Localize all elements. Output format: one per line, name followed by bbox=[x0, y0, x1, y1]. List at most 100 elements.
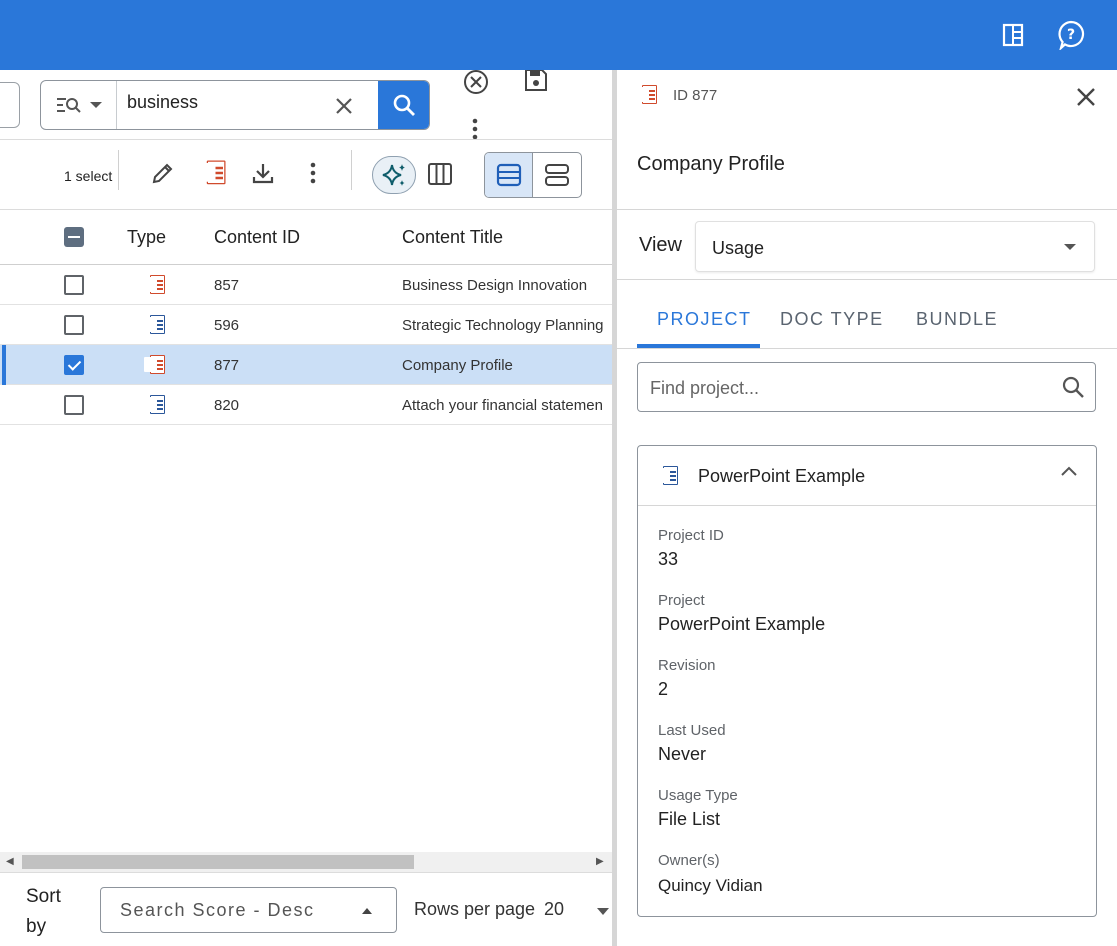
field-label: Usage Type bbox=[658, 787, 738, 804]
svg-text:?: ? bbox=[1067, 27, 1075, 43]
powerpoint-export-icon[interactable]: P bbox=[198, 158, 228, 188]
search-input[interactable]: business bbox=[127, 92, 198, 113]
row-checkbox[interactable] bbox=[64, 395, 84, 415]
row-checkbox[interactable] bbox=[64, 315, 84, 335]
field-label: Project ID bbox=[658, 527, 724, 544]
column-header-content-id[interactable]: Content ID bbox=[214, 227, 300, 248]
word-file-icon: W bbox=[144, 314, 166, 336]
compact-rows-icon bbox=[496, 163, 521, 187]
search-button[interactable] bbox=[378, 81, 429, 129]
close-icon[interactable] bbox=[1071, 82, 1101, 112]
columns-icon[interactable] bbox=[424, 158, 456, 190]
field-label: Last Used bbox=[658, 722, 726, 739]
ai-assist-button[interactable] bbox=[372, 156, 416, 194]
building-icon[interactable] bbox=[996, 18, 1030, 52]
divider bbox=[0, 139, 613, 140]
field-value: 33 bbox=[658, 549, 679, 569]
help-icon[interactable]: ? bbox=[1054, 18, 1088, 52]
table-row[interactable]: W 596 Strategic Technology Planning bbox=[0, 305, 613, 345]
divider bbox=[617, 279, 1117, 280]
tab-bundle[interactable]: BUNDLE bbox=[916, 309, 998, 330]
tab-doc-type[interactable]: DOC TYPE bbox=[780, 309, 884, 330]
compact-view-button[interactable] bbox=[485, 153, 534, 197]
table-row[interactable]: W 820 Attach your financial statemen bbox=[0, 385, 613, 425]
details-pane: P ID 877 Company Profile View Usage PROJ… bbox=[617, 70, 1117, 946]
project-card-title: PowerPoint Example bbox=[698, 466, 866, 486]
collapse-filters-button[interactable] bbox=[0, 82, 20, 128]
powerpoint-file-icon: P bbox=[144, 354, 166, 376]
field-value: File List bbox=[658, 809, 721, 829]
search-box: business bbox=[40, 80, 430, 130]
field-value: Quincy Vidian bbox=[658, 876, 763, 895]
selected-count: 1 select bbox=[64, 168, 113, 184]
powerpoint-file-icon: P bbox=[636, 84, 658, 106]
tab-project[interactable]: PROJECT bbox=[657, 309, 752, 330]
divider bbox=[118, 150, 119, 190]
search-filter-icon bbox=[56, 98, 81, 113]
content-id: 877 bbox=[214, 357, 240, 374]
details-title: Company Profile bbox=[637, 153, 785, 175]
select-all-checkbox[interactable] bbox=[64, 227, 84, 247]
density-toggle bbox=[484, 152, 582, 198]
find-project-input[interactable]: Find project... bbox=[637, 362, 1096, 412]
field-label: Revision bbox=[658, 657, 716, 674]
row-checkbox[interactable] bbox=[64, 275, 84, 295]
rows-per-page-select[interactable]: 20 bbox=[544, 899, 564, 920]
sparkle-icon bbox=[382, 164, 405, 186]
content-id: 820 bbox=[214, 397, 240, 414]
search-icon bbox=[393, 94, 415, 116]
chevron-up-icon[interactable] bbox=[1060, 464, 1078, 482]
field-value: Never bbox=[658, 744, 707, 764]
chevron-down-icon[interactable] bbox=[597, 908, 609, 915]
more-actions-icon[interactable] bbox=[298, 158, 328, 188]
content-id: 857 bbox=[214, 277, 240, 294]
field-value: PowerPoint Example bbox=[658, 614, 826, 634]
field-label: Project bbox=[658, 592, 705, 609]
scroll-left-arrow-icon[interactable]: ◀ bbox=[6, 856, 14, 867]
chevron-down-icon bbox=[1064, 244, 1076, 250]
results-pane: business 1 select P Type Content ID Cont… bbox=[0, 70, 613, 946]
sort-value: Search Score - Desc bbox=[120, 900, 315, 920]
content-id-label: ID 877 bbox=[673, 87, 718, 104]
content-title: Business Design Innovation bbox=[402, 277, 588, 294]
view-value: Usage bbox=[712, 238, 765, 258]
comfortable-view-button[interactable] bbox=[533, 153, 581, 197]
table-row-selected[interactable]: P 877 Company Profile bbox=[0, 345, 613, 385]
content-id: 596 bbox=[214, 317, 240, 334]
clear-search-icon[interactable] bbox=[331, 93, 357, 119]
row-checkbox-checked[interactable] bbox=[64, 355, 84, 375]
word-file-icon: W bbox=[657, 465, 679, 487]
table-row[interactable]: P 857 Business Design Innovation bbox=[0, 265, 613, 305]
field-value: 2 bbox=[658, 679, 669, 699]
sort-select[interactable]: Search Score - Desc bbox=[100, 887, 397, 933]
edit-icon[interactable] bbox=[148, 158, 178, 188]
chevron-down-icon bbox=[89, 102, 102, 108]
grid-header: Type Content ID Content Title bbox=[0, 211, 613, 265]
field-label: Owner(s) bbox=[658, 852, 720, 869]
content-title: Strategic Technology Planning bbox=[402, 317, 604, 334]
horizontal-scrollbar[interactable]: ◀ ▶ bbox=[0, 852, 613, 872]
download-icon[interactable] bbox=[248, 158, 278, 188]
powerpoint-file-icon: P bbox=[144, 274, 166, 296]
scroll-right-arrow-icon[interactable]: ▶ bbox=[596, 856, 604, 867]
rows-per-page-label: Rows per page bbox=[414, 899, 536, 919]
view-label: View bbox=[639, 234, 682, 256]
divider bbox=[617, 209, 1117, 210]
save-icon[interactable] bbox=[520, 70, 552, 96]
divider bbox=[0, 209, 613, 210]
cancel-circle-icon[interactable] bbox=[460, 70, 492, 98]
column-header-type[interactable]: Type bbox=[127, 227, 166, 248]
project-card-header[interactable]: W PowerPoint Example bbox=[638, 446, 1096, 506]
view-select[interactable]: Usage bbox=[695, 221, 1095, 272]
find-project-placeholder: Find project... bbox=[650, 378, 760, 398]
content-title: Attach your financial statemen bbox=[402, 397, 603, 414]
content-title: Company Profile bbox=[402, 357, 513, 374]
project-card: W PowerPoint Example Project ID 33 Proje… bbox=[637, 445, 1097, 917]
search-icon[interactable] bbox=[1061, 375, 1085, 404]
scrollbar-thumb[interactable] bbox=[22, 855, 414, 869]
divider bbox=[617, 348, 1117, 349]
search-mode-dropdown[interactable] bbox=[41, 81, 117, 129]
column-header-content-title[interactable]: Content Title bbox=[402, 227, 503, 248]
comfortable-rows-icon bbox=[545, 164, 569, 186]
divider bbox=[351, 150, 352, 190]
